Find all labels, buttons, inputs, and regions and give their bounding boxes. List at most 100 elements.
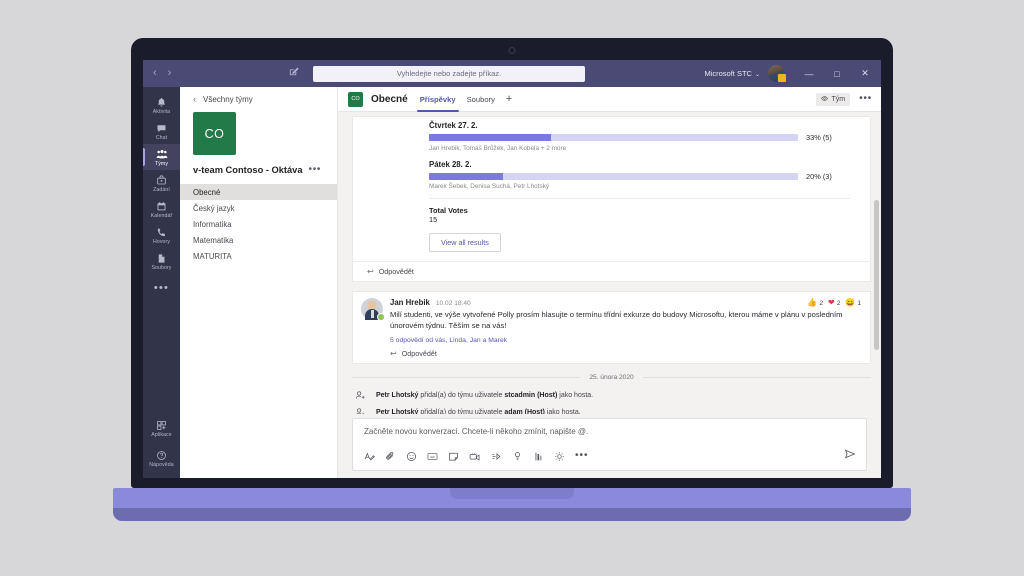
search-placeholder: Vyhledejte nebo zadejte příkaz. [396,69,502,78]
meet-now-icon[interactable] [469,450,481,462]
date-label: 25. února 2020 [589,374,634,381]
back-icon[interactable]: ‹ [153,68,157,79]
system-message: Petr Lhotský přidal(a) do týmu uživatele… [352,404,871,414]
channel-avatar: CO [348,91,363,107]
sticker-icon[interactable] [448,450,459,462]
team-title-row: v-team Contoso - Oktáva ••• [180,165,337,176]
channel-item-matematika[interactable]: Matematika [180,232,337,248]
poll-reply-bar[interactable]: ↩ Odpovědět [353,261,870,281]
chevron-down-icon: ⌄ [754,72,760,78]
message-input[interactable]: Začněte novou konverzaci. Chcete-li něko… [353,419,866,444]
all-teams-label: Všechny týmy [203,95,253,104]
sidebar-label: Kalendář [150,213,173,219]
presence-available-icon [377,313,385,321]
reply-arrow-icon: ↩ [367,266,374,276]
emoji-icon[interactable] [406,450,417,462]
giphy-icon[interactable]: GIF [427,450,438,462]
message-timestamp: 10.02 18:40 [435,300,471,307]
new-chat-icon[interactable] [289,67,299,80]
replies-summary[interactable]: 5 odpovědí od vás, Linda, Jan a Marek [390,337,861,344]
close-button[interactable]: ✕ [851,68,879,79]
channel-item-maturita[interactable]: MATURITA [180,248,337,264]
channel-item-obecne[interactable]: Obecné [180,184,337,200]
poll-option-row: 20% (3) [429,172,850,181]
view-all-results-button[interactable]: View all results [429,233,501,252]
sidebar-item-hovory[interactable]: Hovory [143,222,180,248]
message-text: Milí studenti, ve výše vytvořené Polly p… [390,310,843,330]
screenshot-stage: ‹ › Vyhledejte nebo zadejte příkaz. Micr… [0,0,1024,576]
poll-option-label: Čtvrtek 27. 2. [429,121,478,130]
team-more-button[interactable]: ••• [309,165,322,175]
reaction-heart[interactable]: ❤ 2 [828,299,840,307]
reaction-count: 1 [857,299,861,307]
add-tab-button[interactable]: + [506,93,512,105]
reaction-thumbs-up[interactable]: 👍 2 [807,299,823,307]
laptop-foot [113,508,911,521]
sidebar-item-kalendar[interactable]: Kalendář [143,196,180,222]
org-switcher[interactable]: Microsoft STC ⌄ [704,69,760,78]
channel-item-informatika[interactable]: Informatika [180,216,337,232]
channel-more-button[interactable]: ••• [859,94,872,104]
teams-people-icon [156,148,168,160]
system-middle: přidal(a) do týmu uživatele [420,409,503,414]
message-top: Jan Hrebik 10.02 18:40 👍 2 ❤ 2 😄 1 Milí … [361,298,861,358]
weather-icon[interactable] [554,450,565,462]
svg-text:GIF: GIF [430,455,435,459]
message-reply-bar[interactable]: ↩ Odpovědět [390,349,861,358]
team-name: v-team Contoso - Oktáva [193,165,303,175]
search-input[interactable]: Vyhledejte nebo zadejte příkaz. [313,65,585,82]
system-message: Petr Lhotský přidal(a) do týmu uživatele… [352,387,871,404]
compose-more-button[interactable]: ••• [575,451,589,461]
add-member-icon [353,407,367,414]
channel-item-cesky-jazyk[interactable]: Český jazyk [180,200,337,216]
scrollbar[interactable] [874,112,879,414]
praise-icon[interactable] [512,450,523,462]
tab-soubory[interactable]: Soubory [467,87,495,112]
team-avatar: CO [193,112,236,155]
poll-option-label: Pátek 28. 2. [429,159,472,169]
system-actor: Petr Lhotský [376,392,419,399]
poll-message: Čtvrtek 27. 2. 33% (5) Jan Hrebik, Tomáš… [352,116,871,282]
maximize-button[interactable]: □ [823,69,851,79]
system-middle: přidal(a) do týmu uživatele [420,392,503,399]
forward-icon[interactable]: › [168,68,172,79]
format-text-icon[interactable] [364,450,375,462]
minimize-button[interactable]: — [795,69,823,79]
add-member-icon [353,390,367,401]
sidebar-item-napoveda[interactable]: Nápověda [143,445,180,471]
avatar[interactable] [361,298,385,321]
sidebar-label: Soubory [151,265,172,271]
compose-wrap: Začněte novou konverzaci. Chcete-li něko… [338,414,881,478]
conversation-scroll: Čtvrtek 27. 2. 33% (5) Jan Hrebik, Tomáš… [338,112,881,414]
all-teams-link[interactable]: ‹ Všechny týmy [180,94,337,105]
bell-icon [156,96,167,108]
poll-bar-fill [429,172,503,180]
sidebar-item-aplikace[interactable]: Aplikace [143,415,180,441]
poll-bar-track [429,172,798,180]
rail-more-button[interactable]: ••• [154,274,169,294]
sidebar-item-chat[interactable]: Chat [143,118,180,144]
titlebar: ‹ › Vyhledejte nebo zadejte příkaz. Micr… [143,60,881,87]
scrollbar-thumb[interactable] [874,200,879,350]
sidebar-item-tymy[interactable]: Týmy [143,144,180,170]
reaction-laugh[interactable]: 😄 1 [845,299,861,307]
sidebar-item-soubory[interactable]: Soubory [143,248,180,274]
stream-icon[interactable] [491,450,502,462]
team-visibility-button[interactable]: Tým [816,92,851,106]
attach-file-icon[interactable] [385,450,396,462]
avatar[interactable] [768,65,787,83]
files-icon [156,252,167,264]
total-votes-value: 15 [429,215,438,224]
sidebar-item-aktivita[interactable]: Aktivita [143,92,180,118]
power-bi-icon[interactable] [533,450,544,462]
help-circle-icon [156,449,167,461]
send-icon[interactable] [844,447,856,465]
sidebar-item-zadani[interactable]: Zadání [143,170,180,196]
chevron-left-icon: ‹ [193,94,196,104]
date-divider: 25. února 2020 [352,374,871,381]
tab-prispevky[interactable]: Příspěvky [416,87,459,112]
eye-icon [821,95,829,104]
system-target: stcadmin (Host) [504,392,558,399]
app-body: Aktivita Chat Týmy Zadání Kalendář Hovor… [143,87,881,478]
heart-emoji: ❤ [827,298,835,307]
